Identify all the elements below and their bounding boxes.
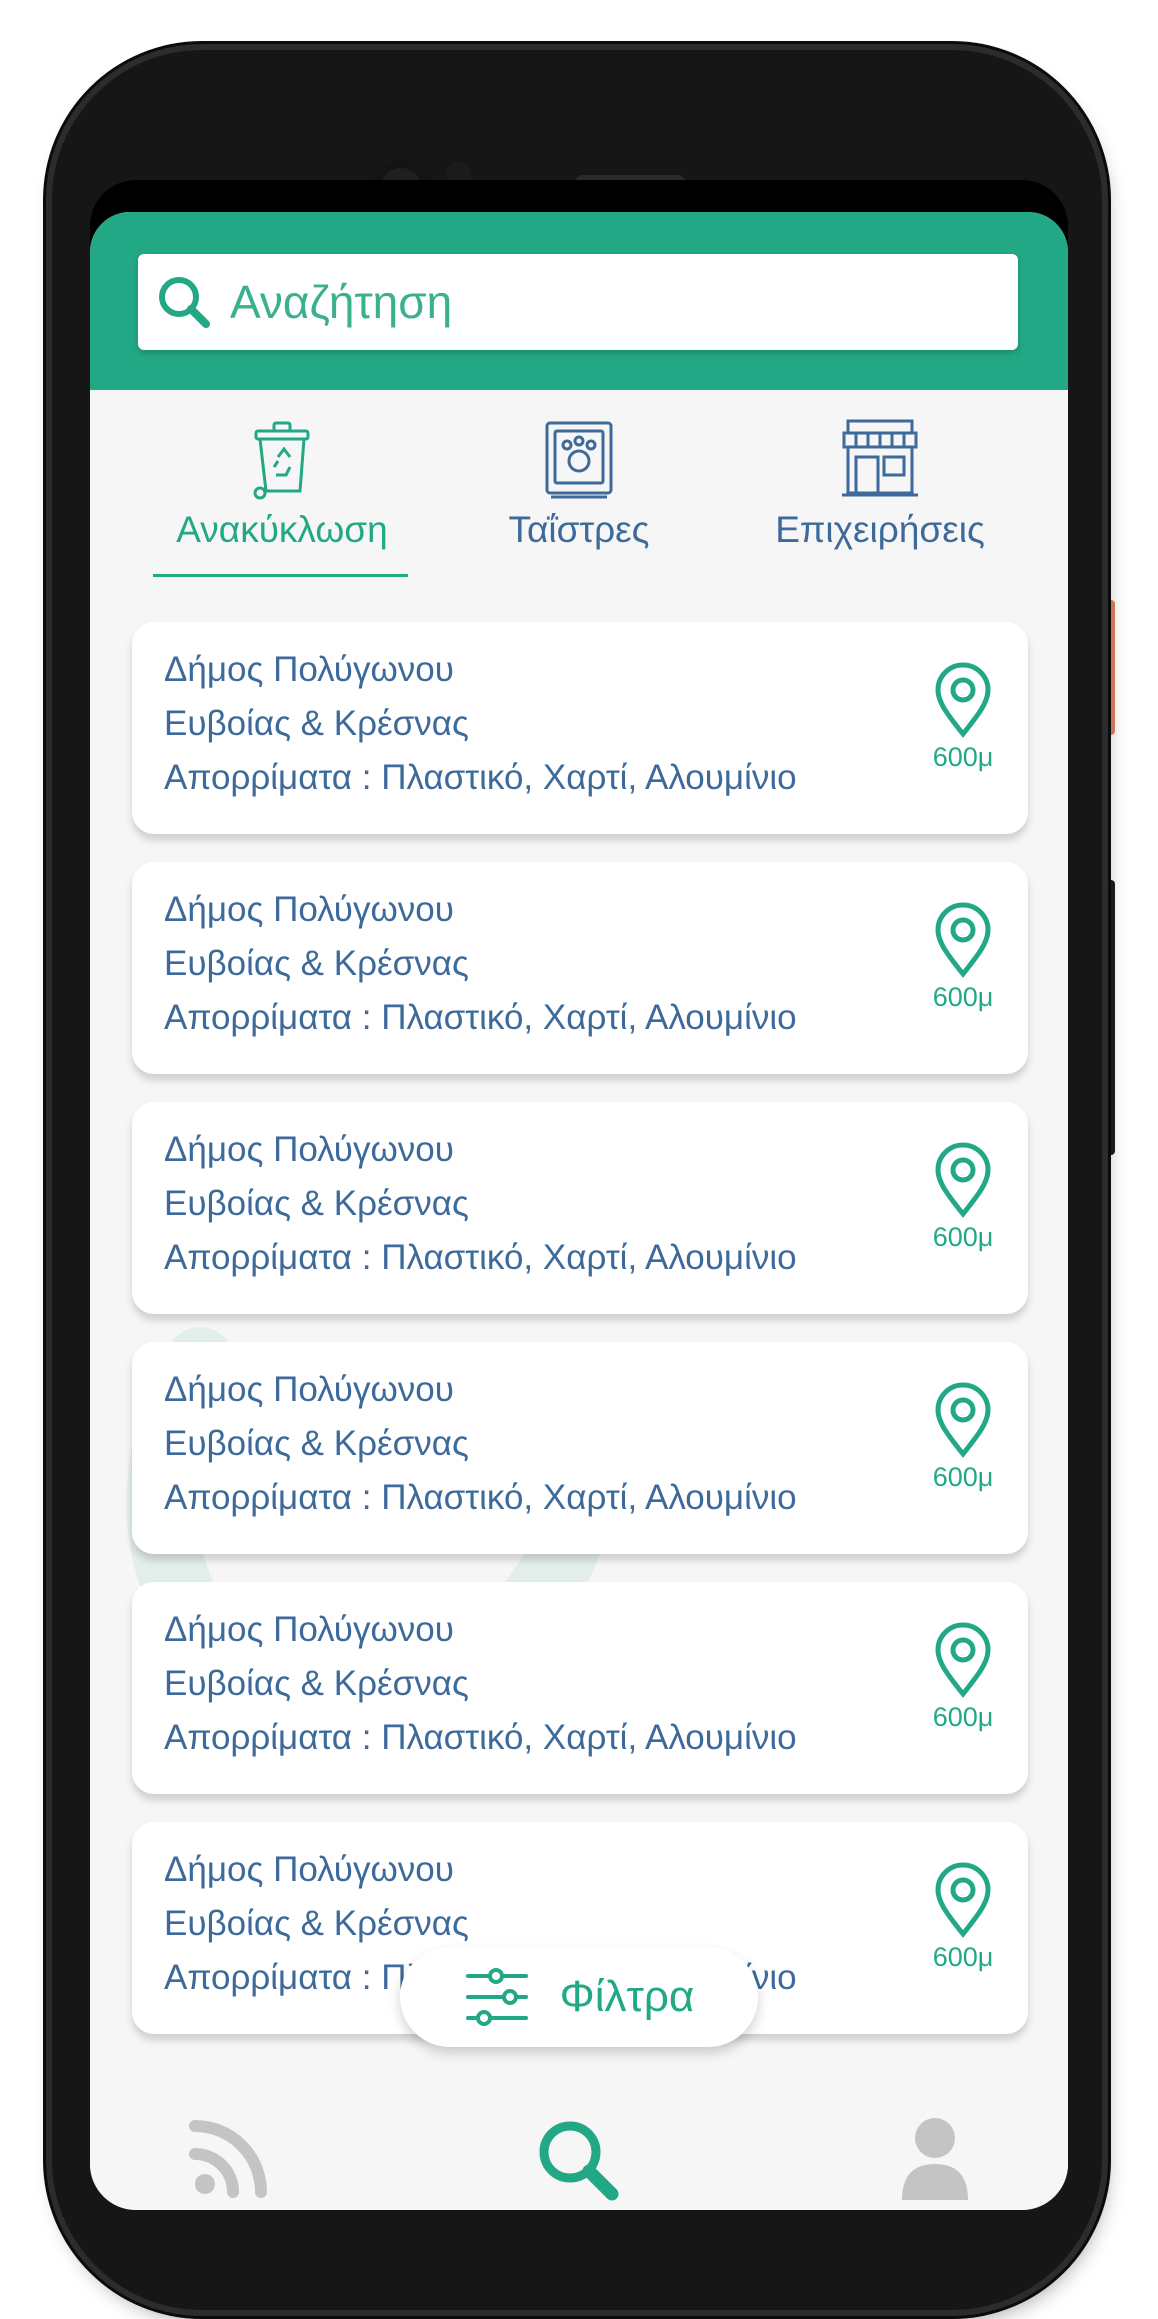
list-item[interactable]: Δήμος Πολύγωνου Ευβοίας & Κρέσνας Απορρί… bbox=[132, 1582, 1028, 1794]
distance-label: 600μ bbox=[932, 1222, 994, 1252]
list-item[interactable]: Δήμος Πολύγωνου Ευβοίας & Κρέσνας Απορρί… bbox=[132, 622, 1028, 834]
location-name: Δήμος Πολύγωνου bbox=[164, 1370, 454, 1409]
waste-types: Απορρίματα : Πλαστικό, Χαρτί, Αλουμίνιο bbox=[164, 758, 797, 797]
distance-label: 600μ bbox=[932, 742, 994, 772]
storefront-icon bbox=[842, 419, 918, 497]
list-item[interactable]: Δήμος Πολύγωνου Ευβοίας & Κρέσνας Απορρί… bbox=[132, 1102, 1028, 1314]
map-pin-icon bbox=[935, 1142, 991, 1218]
list-item[interactable]: Δήμος Πολύγωνου Ευβοίας & Κρέσνας Απορρί… bbox=[132, 862, 1028, 1074]
volume-button[interactable] bbox=[1105, 880, 1115, 1155]
map-pin-button[interactable]: 600μ bbox=[928, 1622, 998, 1742]
location-address: Ευβοίας & Κρέσνας bbox=[164, 1184, 469, 1223]
location-name: Δήμος Πολύγωνου bbox=[164, 890, 454, 929]
map-pin-button[interactable]: 600μ bbox=[928, 1382, 998, 1502]
list-item[interactable]: Δήμος Πολύγωνου Ευβοίας & Κρέσνας Απορρί… bbox=[132, 1342, 1028, 1554]
waste-types: Απορρίματα : Πλαστικό, Χαρτί, Αλουμίνιο bbox=[164, 998, 797, 1037]
nav-profile[interactable] bbox=[890, 2112, 990, 2202]
map-pin-button[interactable]: 600μ bbox=[928, 1862, 998, 1982]
location-name: Δήμος Πολύγωνου bbox=[164, 1610, 454, 1649]
search-input[interactable] bbox=[228, 274, 992, 330]
distance-label: 600μ bbox=[932, 982, 994, 1012]
app-window: Ανακύκλωση Ταΐστρες bbox=[90, 212, 1068, 2210]
map-pin-icon bbox=[935, 1622, 991, 1698]
map-pin-button[interactable]: 600μ bbox=[928, 1142, 998, 1262]
location-name: Δήμος Πολύγωνου bbox=[164, 1130, 454, 1169]
category-tabs: Ανακύκλωση Ταΐστρες Επιχειρήσεις bbox=[90, 417, 1068, 577]
distance-label: 600μ bbox=[932, 1462, 994, 1492]
profile-icon bbox=[902, 2118, 968, 2200]
search-bar[interactable] bbox=[138, 254, 1018, 350]
map-pin-icon bbox=[935, 902, 991, 978]
filter-button-label: Φίλτρα bbox=[559, 1972, 695, 2021]
filter-button[interactable]: Φίλτρα bbox=[400, 1947, 758, 2047]
phone-screen: Ανακύκλωση Ταΐστρες bbox=[90, 180, 1068, 2210]
sliders-icon bbox=[465, 1968, 528, 2026]
nav-feed[interactable] bbox=[185, 2112, 285, 2202]
location-address: Ευβοίας & Κρέσνας bbox=[164, 1904, 469, 1943]
location-name: Δήμος Πολύγωνου bbox=[164, 650, 454, 689]
feed-icon bbox=[189, 2120, 267, 2198]
waste-types: Απορρίματα : Πλαστικό, Χαρτί, Αλουμίνιο bbox=[164, 1478, 797, 1517]
waste-types: Απορρίματα : Πλαστικό, Χαρτί, Αλουμίνιο bbox=[164, 1238, 797, 1277]
bottom-nav bbox=[90, 2082, 1068, 2210]
recycle-bin-icon bbox=[253, 421, 310, 500]
distance-label: 600μ bbox=[932, 1942, 994, 1972]
location-address: Ευβοίας & Κρέσνας bbox=[164, 944, 469, 983]
map-pin-button[interactable]: 600μ bbox=[928, 902, 998, 1022]
location-name: Δήμος Πολύγωνου bbox=[164, 1850, 454, 1889]
active-tab-indicator bbox=[153, 574, 408, 577]
search-icon bbox=[539, 2121, 619, 2201]
tab-businesses-label: Επιχειρήσεις bbox=[775, 509, 985, 550]
tab-feeders[interactable]: Ταΐστρες bbox=[429, 417, 729, 577]
map-pin-icon bbox=[935, 1382, 991, 1458]
location-address: Ευβοίας & Κρέσνας bbox=[164, 1664, 469, 1703]
tab-feeders-label: Ταΐστρες bbox=[508, 509, 650, 550]
tab-recycling[interactable]: Ανακύκλωση bbox=[132, 417, 432, 577]
search-icon bbox=[159, 277, 210, 328]
location-address: Ευβοίας & Κρέσνας bbox=[164, 1424, 469, 1463]
distance-label: 600μ bbox=[932, 1702, 994, 1732]
waste-types: Απορρίματα : Πλαστικό, Χαρτί, Αλουμίνιο bbox=[164, 1718, 797, 1757]
pet-feeder-icon bbox=[545, 421, 613, 499]
tab-businesses[interactable]: Επιχειρήσεις bbox=[730, 417, 1030, 577]
nav-search[interactable] bbox=[530, 2112, 630, 2202]
map-pin-icon bbox=[935, 662, 991, 738]
map-pin-icon bbox=[935, 1862, 991, 1938]
power-button[interactable] bbox=[1105, 600, 1115, 735]
tab-recycling-label: Ανακύκλωση bbox=[176, 509, 388, 550]
search-header bbox=[90, 212, 1068, 390]
location-address: Ευβοίας & Κρέσνας bbox=[164, 704, 469, 743]
map-pin-button[interactable]: 600μ bbox=[928, 662, 998, 782]
